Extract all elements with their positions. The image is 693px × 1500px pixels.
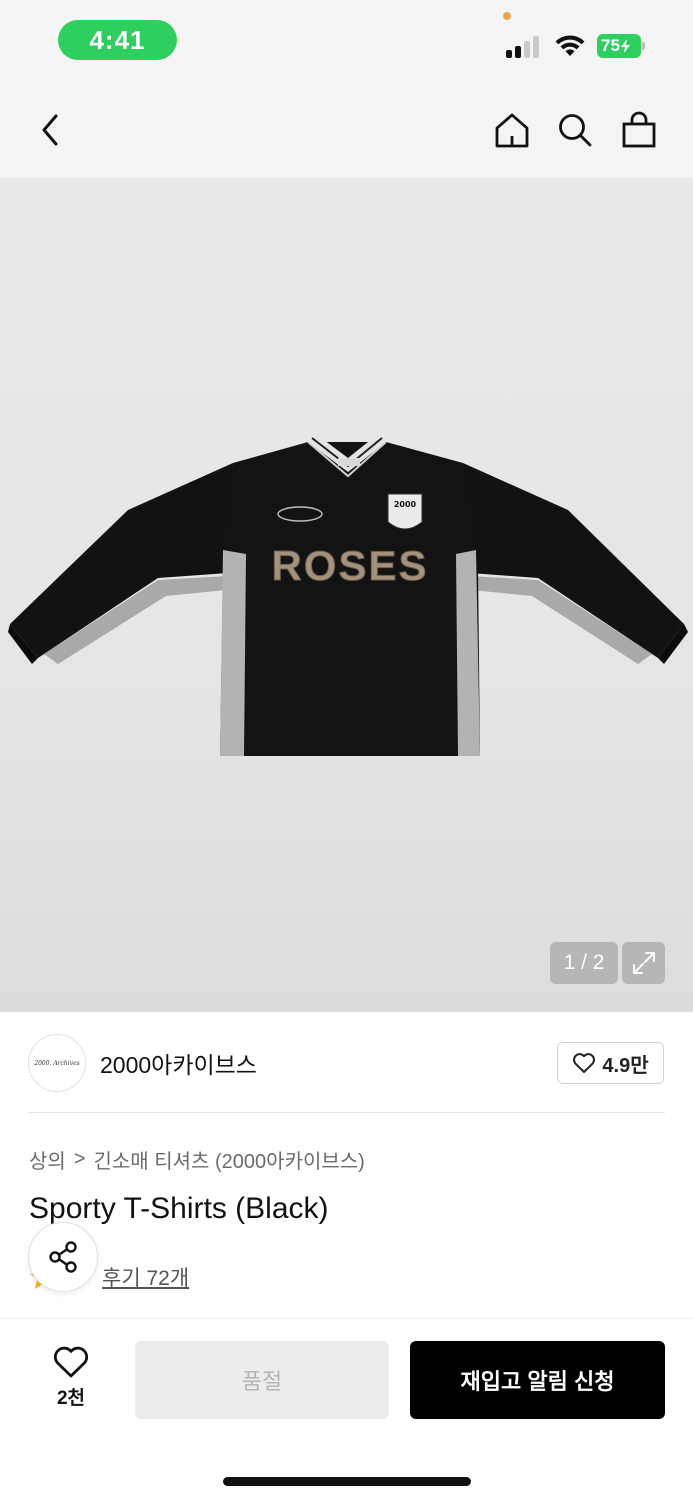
restock-alert-button[interactable]: 재입고 알림 신청 <box>410 1341 665 1419</box>
brand-like-count: 4.9만 <box>602 1054 649 1077</box>
bottom-action-bar: 2천 품절 재입고 알림 신청 <box>0 1318 693 1500</box>
share-button[interactable] <box>28 1222 98 1292</box>
back-button[interactable] <box>28 108 72 152</box>
wishlist-count: 2천 <box>56 1388 86 1409</box>
product-image: 2000 ROSES <box>8 434 688 756</box>
review-count-link[interactable]: 후기 72개 <box>102 1262 189 1292</box>
share-icon <box>49 1241 77 1273</box>
shopping-bag-icon <box>622 111 656 148</box>
chevron-left-icon <box>42 114 58 146</box>
search-button[interactable] <box>553 108 597 152</box>
search-icon <box>559 114 592 147</box>
product-image-gallery[interactable]: 2000 ROSES 1 / 2 <box>0 178 693 1012</box>
battery-level: 75 <box>601 36 620 55</box>
breadcrumb-separator: > <box>73 1148 86 1170</box>
fullscreen-button[interactable] <box>622 942 665 984</box>
heart-icon <box>53 1346 89 1378</box>
shirt-graphic-text: ROSES <box>271 542 428 589</box>
brand-name[interactable]: 2000아카이브스 <box>100 1046 257 1080</box>
breadcrumb-current[interactable]: 긴소매 티셔츠 (2000아카이브스) <box>94 1145 365 1174</box>
brand-like-button[interactable]: 4.9만 <box>557 1042 664 1084</box>
battery-icon: 75 <box>597 34 647 58</box>
divider <box>28 1112 665 1113</box>
breadcrumb: 상의 > 긴소매 티셔츠 (2000아카이브스) <box>29 1145 365 1174</box>
camera-indicator-dot <box>503 12 511 20</box>
home-icon <box>495 113 529 148</box>
brand-row[interactable]: 2000. Archives 2000아카이브스 4.9만 <box>0 1012 693 1114</box>
home-indicator[interactable] <box>223 1477 471 1486</box>
brand-logo[interactable]: 2000. Archives <box>28 1034 86 1092</box>
status-bar: 4:41 75 <box>0 0 693 80</box>
expand-icon <box>632 952 655 974</box>
crest-graphic-text: 2000 <box>394 500 417 509</box>
status-time: 4:41 <box>58 20 177 60</box>
wifi-icon <box>555 35 585 56</box>
cellular-signal-icon <box>506 34 544 58</box>
breadcrumb-parent[interactable]: 상의 <box>29 1145 66 1174</box>
product-title: Sporty T-Shirts (Black) <box>29 1192 329 1225</box>
image-page-counter: 1 / 2 <box>550 942 618 984</box>
heart-icon <box>573 1053 596 1073</box>
cart-button[interactable] <box>617 108 661 152</box>
soldout-button: 품절 <box>135 1341 389 1419</box>
top-navigation-bar <box>0 80 693 178</box>
home-button[interactable] <box>490 108 534 152</box>
wishlist-button[interactable]: 2천 <box>40 1345 102 1415</box>
